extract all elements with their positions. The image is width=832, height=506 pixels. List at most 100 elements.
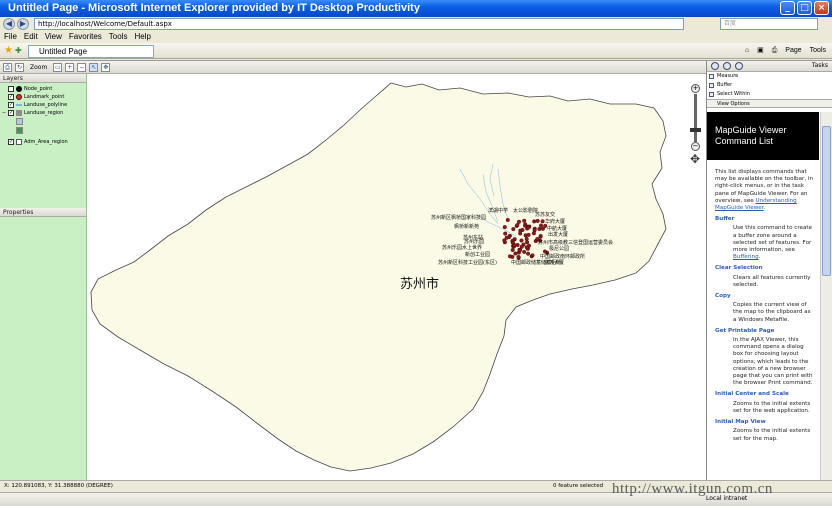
landmark-point[interactable] bbox=[502, 225, 507, 230]
layer-checkbox[interactable]: ✓ bbox=[8, 139, 14, 145]
close-icon[interactable]: × bbox=[814, 1, 829, 15]
landmark-point[interactable] bbox=[524, 245, 529, 250]
landmark-point[interactable] bbox=[511, 227, 516, 232]
landmark-point[interactable] bbox=[537, 226, 542, 231]
menu-edit[interactable]: Edit bbox=[24, 31, 38, 43]
landmark-point[interactable] bbox=[516, 254, 521, 259]
menu-tools[interactable]: Tools bbox=[109, 31, 128, 43]
collapse-icon[interactable]: − bbox=[2, 109, 6, 117]
feeds-icon[interactable]: ▣ bbox=[757, 45, 764, 57]
landmark-point[interactable] bbox=[540, 219, 545, 224]
cmd-link[interactable]: Buffering bbox=[733, 254, 759, 260]
layer-checkbox[interactable]: ✓ bbox=[8, 94, 14, 100]
landmark-point[interactable] bbox=[505, 217, 510, 222]
favorites-star-icon[interactable]: ★ bbox=[4, 45, 13, 56]
landmark-point[interactable] bbox=[515, 222, 520, 227]
zoom-rect-icon[interactable]: ▭ bbox=[53, 62, 63, 72]
cmd-name[interactable]: Clear Selection bbox=[715, 265, 815, 272]
landmark-point[interactable] bbox=[504, 235, 509, 240]
landmark-point[interactable] bbox=[535, 218, 540, 223]
landmark-point[interactable] bbox=[526, 251, 531, 256]
landmark-point[interactable] bbox=[532, 228, 537, 233]
home-icon[interactable]: ⌂ bbox=[745, 45, 749, 57]
home-icon[interactable] bbox=[711, 62, 719, 70]
poi-label: 滨湖中学 bbox=[488, 207, 508, 214]
landmark-point[interactable] bbox=[532, 219, 537, 224]
map-canvas[interactable]: 苏州市 滨湖中学 苏州新区枫桥国家科技园 枫桥新新苑 苏州东站 苏州乐园 苏州乐园水上世界… bbox=[88, 74, 706, 481]
tasks-menu[interactable]: Tasks bbox=[812, 62, 828, 69]
pan-arrows-icon[interactable]: ✥ bbox=[688, 152, 702, 166]
layer-item[interactable]: Node_point bbox=[2, 85, 52, 93]
layer-checkbox[interactable]: ✓ bbox=[8, 110, 14, 116]
maximize-icon[interactable]: □ bbox=[797, 1, 812, 15]
layer-item[interactable]: ✓ Landuse_polyline bbox=[2, 101, 67, 109]
menu-view[interactable]: View bbox=[45, 31, 62, 43]
page-menu[interactable]: Page bbox=[785, 45, 801, 57]
minimize-icon[interactable]: _ bbox=[780, 1, 795, 15]
layer-item[interactable]: − ✓ Landuse_region bbox=[2, 109, 63, 117]
landmark-point[interactable] bbox=[522, 249, 527, 254]
layer-item[interactable]: ✓ Landmark_point bbox=[2, 93, 64, 101]
pan-icon[interactable]: ✥ bbox=[101, 62, 111, 72]
landmark-point[interactable] bbox=[525, 240, 530, 245]
cmd-desc: Zooms to the initial extents set for the… bbox=[733, 400, 811, 414]
menu-file[interactable]: File bbox=[4, 31, 17, 43]
zoom-in-icon[interactable]: + bbox=[691, 84, 700, 93]
refresh-icon[interactable]: ↻ bbox=[15, 62, 24, 72]
cmd-name[interactable]: Initial Map View bbox=[715, 419, 815, 426]
zoom-out-icon[interactable]: − bbox=[77, 62, 87, 72]
zoom-track[interactable] bbox=[694, 94, 697, 142]
landmark-point[interactable] bbox=[526, 232, 531, 237]
select-icon[interactable]: ↖ bbox=[89, 62, 99, 72]
point-swatch-icon bbox=[16, 86, 22, 92]
view-options[interactable]: View Options bbox=[707, 99, 832, 108]
back-icon[interactable]: ◀ bbox=[3, 18, 15, 30]
landmark-point[interactable] bbox=[519, 244, 524, 249]
command-list-scrollbar[interactable] bbox=[820, 112, 832, 481]
landmark-point[interactable] bbox=[519, 238, 524, 243]
map-svg[interactable]: 苏州市 滨湖中学苏州新区枫桥国家科技园枫桥新新苑苏州东站苏州乐园苏州乐园水上世界… bbox=[88, 74, 706, 481]
cmd-name[interactable]: Initial Center and Scale bbox=[715, 391, 815, 398]
forward-icon[interactable]: ▶ bbox=[17, 18, 29, 30]
cmd-name[interactable]: Get Printable Page bbox=[715, 328, 815, 335]
tools-menu[interactable]: Tools bbox=[810, 45, 826, 57]
landmark-point[interactable] bbox=[510, 247, 515, 252]
task-measure[interactable]: Measure bbox=[707, 72, 832, 81]
scrollbar-thumb[interactable] bbox=[822, 126, 831, 276]
tab-untitled-page[interactable]: Untitled Page bbox=[28, 45, 154, 58]
landmark-point[interactable] bbox=[538, 233, 543, 238]
landmark-point[interactable] bbox=[518, 231, 523, 236]
task-buffer[interactable]: Buffer bbox=[707, 81, 832, 90]
menu-help[interactable]: Help bbox=[134, 31, 150, 43]
cmd-name[interactable]: Copy bbox=[715, 293, 815, 300]
zoom-thumb[interactable] bbox=[690, 128, 701, 132]
print-icon[interactable]: ⎙ bbox=[3, 62, 12, 72]
search-input[interactable]: 百度 bbox=[720, 18, 818, 30]
print-icon[interactable]: ⎙ bbox=[772, 45, 778, 57]
zoom-out-icon[interactable]: − bbox=[691, 142, 700, 151]
landmark-point[interactable] bbox=[508, 254, 513, 259]
zoom-in-icon[interactable]: + bbox=[65, 62, 75, 72]
landmark-point[interactable] bbox=[518, 248, 523, 253]
landmark-point[interactable] bbox=[539, 223, 544, 228]
landmark-point[interactable] bbox=[524, 236, 529, 241]
add-favorite-icon[interactable]: ✚ bbox=[15, 46, 22, 55]
landmark-point[interactable] bbox=[526, 225, 531, 230]
landmark-point[interactable] bbox=[530, 253, 535, 258]
landmark-point[interactable] bbox=[503, 231, 508, 236]
layer-item[interactable]: ✓ Adm_Area_region bbox=[2, 138, 68, 146]
back-icon[interactable] bbox=[723, 62, 731, 70]
landmark-point[interactable] bbox=[513, 251, 518, 256]
address-bar[interactable]: http://localhost/Welcome/Default.aspx bbox=[34, 18, 684, 30]
forward-icon[interactable] bbox=[735, 62, 743, 70]
layer-checkbox[interactable] bbox=[8, 86, 14, 92]
menu-favorites[interactable]: Favorites bbox=[69, 31, 102, 43]
layer-checkbox[interactable]: ✓ bbox=[8, 102, 14, 108]
landmark-point[interactable] bbox=[543, 249, 548, 254]
cmd-name[interactable]: Buffer bbox=[715, 216, 815, 223]
zoom-slider[interactable]: + − ✥ bbox=[688, 84, 702, 166]
landmark-point[interactable] bbox=[515, 242, 520, 247]
landmark-point[interactable] bbox=[522, 218, 527, 223]
task-select-within[interactable]: Select Within bbox=[707, 90, 832, 99]
zoom-dropdown[interactable]: Zoom bbox=[30, 64, 47, 71]
